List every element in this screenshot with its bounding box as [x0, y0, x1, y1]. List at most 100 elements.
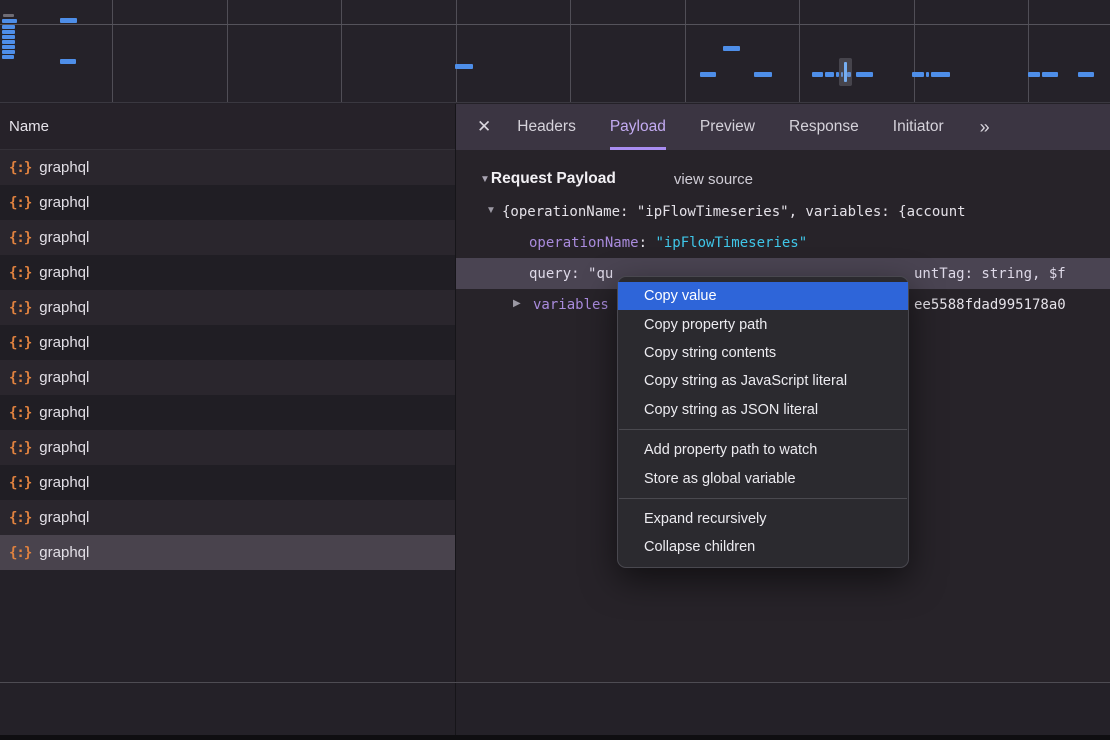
tree-text: query	[529, 266, 571, 282]
waterfall-bar	[2, 40, 15, 44]
waterfall-bar	[2, 35, 15, 39]
menu-item-copy-property-path[interactable]: Copy property path	[618, 310, 908, 338]
request-row[interactable]: {:} graphql	[0, 150, 455, 185]
tab-initiator[interactable]: Initiator	[893, 104, 944, 150]
waterfall-bar	[825, 72, 834, 77]
request-row[interactable]: {:} graphql	[0, 430, 455, 465]
request-name: graphql	[39, 229, 89, 246]
waterfall-bar	[2, 55, 14, 59]
more-tabs-icon[interactable]: »	[980, 117, 988, 138]
overview-gridline	[341, 0, 342, 103]
waterfall-bar	[700, 72, 716, 77]
name-column-header[interactable]: Name	[0, 104, 455, 150]
request-list: {:} graphql {:} graphql {:} graphql {:} graphql…	[0, 150, 455, 682]
json-braces-icon: {:}	[9, 230, 31, 246]
view-source-toggle[interactable]: view source	[674, 171, 753, 188]
request-name: graphql	[39, 439, 89, 456]
tree-text: :	[639, 235, 656, 251]
payload-tree-row[interactable]: ▼{operationName: "ipFlowTimeseries", var…	[456, 196, 1110, 227]
waterfall-bar	[2, 25, 15, 29]
tree-row-text: query: "qu	[529, 266, 613, 282]
menu-item-copy-string-as-javascript-literal[interactable]: Copy string as JavaScript literal	[618, 367, 908, 395]
payload-tree-row[interactable]: operationName: "ipFlowTimeseries"	[456, 227, 1110, 258]
menu-item-store-as-global-variable[interactable]: Store as global variable	[618, 464, 908, 492]
json-braces-icon: {:}	[9, 475, 31, 491]
request-name: graphql	[39, 299, 89, 316]
menu-item-copy-string-as-json-literal[interactable]: Copy string as JSON literal	[618, 396, 908, 424]
waterfall-bar	[1028, 72, 1040, 77]
overview-gridline	[456, 0, 457, 103]
json-braces-icon: {:}	[9, 440, 31, 456]
waterfall-bar	[812, 72, 823, 77]
json-braces-icon: {:}	[9, 160, 31, 176]
waterfall-bar	[2, 19, 17, 23]
request-row[interactable]: {:} graphql	[0, 465, 455, 500]
pane-divider[interactable]	[455, 104, 456, 740]
section-collapse-icon[interactable]: ▼	[480, 174, 490, 185]
json-braces-icon: {:}	[9, 265, 31, 281]
menu-item-expand-recursively[interactable]: Expand recursively	[618, 505, 908, 533]
request-name: graphql	[39, 334, 89, 351]
overview-gridline	[914, 0, 915, 103]
tab-headers[interactable]: Headers	[517, 104, 576, 150]
tab-payload[interactable]: Payload	[610, 104, 666, 150]
collapsed-arrow-icon[interactable]: ▶	[513, 298, 521, 309]
request-row[interactable]: {:} graphql	[0, 290, 455, 325]
request-row[interactable]: {:} graphql	[0, 360, 455, 395]
detail-tabbar: ✕ Headers Payload Preview Response Initiator…	[455, 104, 1110, 150]
waterfall-bar	[2, 30, 15, 34]
network-waterfall-overview[interactable]	[0, 0, 1110, 103]
menu-item-add-property-path-to-watch[interactable]: Add property path to watch	[618, 436, 908, 464]
json-braces-icon: {:}	[9, 510, 31, 526]
request-name: graphql	[39, 474, 89, 491]
tab-preview[interactable]: Preview	[700, 104, 755, 150]
request-row[interactable]: {:} graphql	[0, 220, 455, 255]
waterfall-bar	[60, 59, 76, 64]
request-row[interactable]: {:}graphql	[0, 535, 455, 570]
waterfall-bar	[60, 18, 77, 23]
menu-separator	[619, 498, 907, 499]
waterfall-bar	[1042, 72, 1058, 77]
overview-gridline	[112, 0, 113, 103]
menu-item-copy-string-contents[interactable]: Copy string contents	[618, 339, 908, 367]
json-braces-icon: {:}	[9, 545, 31, 561]
tab-response[interactable]: Response	[789, 104, 859, 150]
close-icon[interactable]: ✕	[477, 117, 491, 137]
menu-separator	[619, 429, 907, 430]
overview-gridline	[570, 0, 571, 103]
waterfall-bar	[3, 14, 14, 17]
menu-item-copy-value[interactable]: Copy value	[618, 282, 908, 310]
json-braces-icon: {:}	[9, 370, 31, 386]
waterfall-bar	[455, 64, 473, 69]
waterfall-bar	[754, 72, 772, 77]
request-name: graphql	[39, 369, 89, 386]
waterfall-bar	[931, 72, 950, 77]
section-title: Request Payload	[491, 170, 616, 188]
tabs-container: Headers Payload Preview Response Initiator	[517, 104, 977, 150]
request-row[interactable]: {:} graphql	[0, 500, 455, 535]
request-name: graphql	[39, 509, 89, 526]
property-value: "ipFlowTimeseries"	[655, 235, 807, 251]
request-row[interactable]: {:}graphql	[0, 395, 455, 430]
waterfall-bar	[723, 46, 740, 51]
window-bottom-edge	[0, 735, 1110, 740]
request-row[interactable]: {:}graphql	[0, 185, 455, 220]
overview-gridline	[1028, 0, 1029, 103]
request-name: graphql	[39, 159, 89, 176]
request-row[interactable]: {:} graphql	[0, 255, 455, 290]
tree-row-clipped-text: untTag: string, $f	[914, 258, 1066, 289]
tree-row-clipped-text: ee5588fdad995178a0	[914, 289, 1066, 320]
json-braces-icon: {:}	[9, 300, 31, 316]
json-braces-icon: {:}	[9, 195, 31, 211]
property-key: operationName	[529, 235, 639, 251]
json-braces-icon: {:}	[9, 405, 31, 421]
tree-text: "qu	[588, 266, 613, 282]
waterfall-bar	[2, 45, 15, 49]
request-name: graphql	[39, 264, 89, 281]
tree-row-text: variables	[533, 297, 609, 313]
menu-item-collapse-children[interactable]: Collapse children	[618, 533, 908, 561]
overview-gridline-horizontal	[0, 24, 1110, 25]
request-row[interactable]: {:}graphql	[0, 325, 455, 360]
footer-divider	[0, 682, 1110, 683]
expanded-arrow-icon[interactable]: ▼	[486, 205, 496, 216]
